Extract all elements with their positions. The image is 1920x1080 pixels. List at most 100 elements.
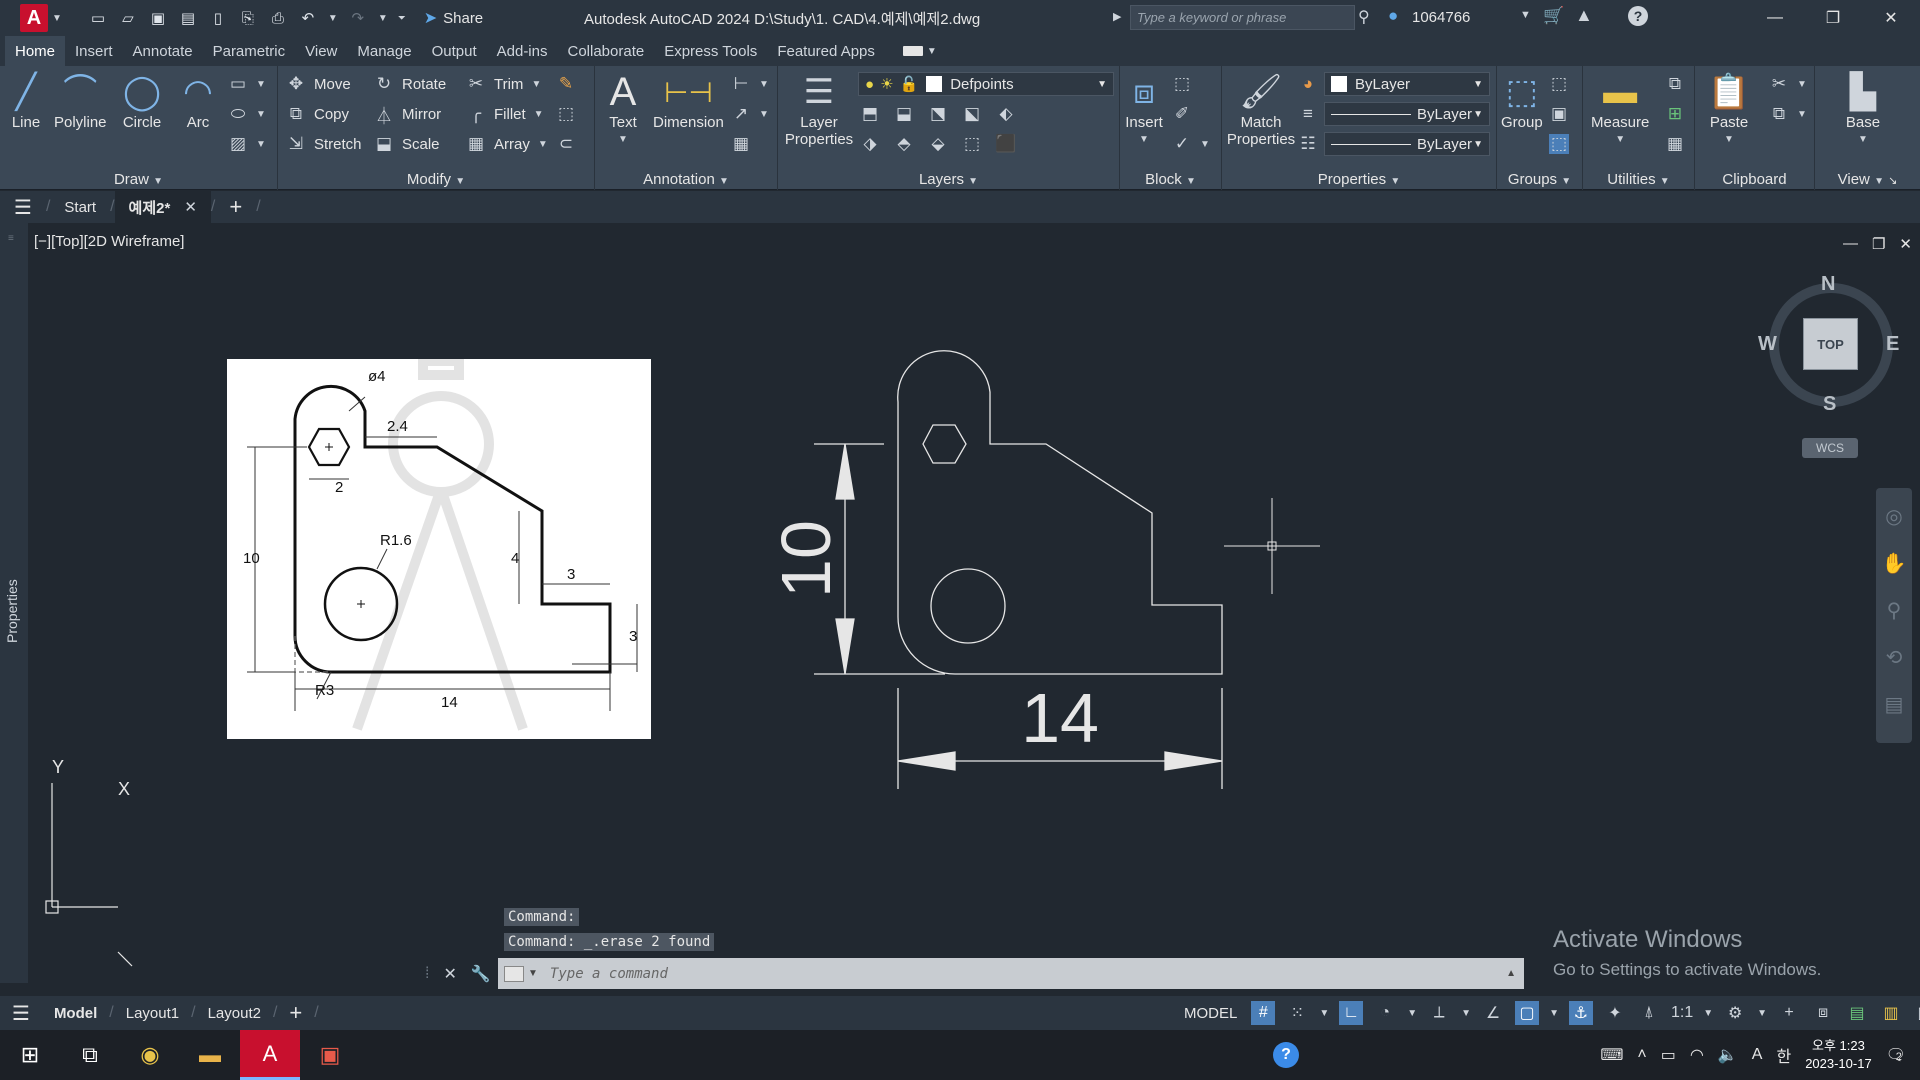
- base-button[interactable]: ▙ Base ▼: [1843, 70, 1883, 148]
- lineweight-dropdown[interactable]: ByLayer ▼: [1324, 102, 1490, 126]
- group-selection-button[interactable]: ⬚: [1549, 134, 1569, 154]
- annotation-scale-icon[interactable]: ⍋: [1637, 1001, 1661, 1025]
- tab-current-drawing[interactable]: 예제2* ✕: [114, 191, 211, 223]
- steering-wheel-icon[interactable]: ◎: [1885, 504, 1902, 529]
- units-icon[interactable]: ⧈: [1811, 1001, 1835, 1025]
- redo-icon[interactable]: ↷: [348, 8, 368, 28]
- file-tabs-menu-icon[interactable]: ☰: [0, 191, 46, 223]
- layer-dropdown[interactable]: ● ☀ 🔓 Defpoints ▼: [858, 72, 1114, 96]
- tab-model[interactable]: Model: [42, 1005, 109, 1022]
- open-folder-icon[interactable]: ▱: [118, 8, 138, 28]
- recent-commands-icon[interactable]: [504, 965, 524, 982]
- edit-attributes-button[interactable]: ✓ ▼: [1172, 134, 1210, 154]
- save-as-icon[interactable]: ▤: [178, 8, 198, 28]
- panel-draw-title[interactable]: Draw ▼: [0, 171, 277, 188]
- ime-han-indicator[interactable]: 한: [1776, 1043, 1791, 1067]
- panel-view-title[interactable]: View ▼ ↘: [1815, 171, 1920, 188]
- polar-tracking-icon[interactable]: ◔: [1373, 1001, 1397, 1025]
- tab-start[interactable]: Start: [50, 191, 110, 223]
- stretch-button[interactable]: ⇲ Stretch: [286, 134, 362, 154]
- panel-modify-title[interactable]: Modify ▼: [278, 171, 594, 188]
- linear-dim-button[interactable]: ⊢ ▼: [731, 74, 769, 94]
- ungroup-button[interactable]: ⬚: [1549, 74, 1569, 94]
- dimension-button[interactable]: ⊢⊣ Dimension: [653, 70, 724, 131]
- tab-layout1[interactable]: Layout1: [114, 1005, 191, 1022]
- line-button[interactable]: ╱ Line: [6, 70, 46, 132]
- tab-view[interactable]: View: [295, 36, 347, 66]
- trim-button[interactable]: ✂ Trim ▼: [466, 74, 541, 94]
- minimize-button[interactable]: —: [1752, 0, 1798, 36]
- quick-properties-icon[interactable]: ▤: [1845, 1001, 1869, 1025]
- snap-dropdown-icon[interactable]: ▼: [1319, 1008, 1329, 1019]
- tab-featured-apps[interactable]: Featured Apps: [767, 36, 885, 66]
- workspace-dropdown-icon[interactable]: ▼: [1757, 1008, 1767, 1019]
- redo-dropdown-icon[interactable]: ▼: [378, 13, 388, 24]
- hexagon-hole[interactable]: [922, 424, 967, 464]
- offset-button[interactable]: ⊂: [556, 134, 576, 154]
- app-menu-button[interactable]: A: [20, 4, 48, 32]
- group-edit-button[interactable]: ▣: [1549, 104, 1569, 124]
- ime-a-indicator[interactable]: A: [1752, 1046, 1763, 1064]
- search-icon[interactable]: ⚲: [1358, 7, 1370, 27]
- layer-previous-icon[interactable]: ⬘: [894, 134, 914, 154]
- table-button[interactable]: ▦: [731, 134, 751, 154]
- dimension-height-label[interactable]: 10: [767, 520, 845, 598]
- panel-utilities-title[interactable]: Utilities ▼: [1583, 171, 1694, 188]
- annotation-monitor-icon[interactable]: +: [1777, 1001, 1801, 1025]
- arc-button[interactable]: ◠ Arc: [178, 70, 218, 132]
- move-button[interactable]: ✥ Move: [286, 74, 351, 94]
- share-button[interactable]: ➤ Share: [424, 8, 483, 28]
- rectangle-button[interactable]: ▭ ▼: [228, 74, 266, 94]
- customize-qat-icon[interactable]: ⏷: [398, 13, 406, 24]
- leader-button[interactable]: ↗ ▼: [731, 104, 769, 124]
- app-menu-caret-icon[interactable]: ▼: [52, 13, 62, 24]
- print-icon[interactable]: ⎙: [268, 8, 288, 28]
- command-close-icon[interactable]: ✕: [443, 964, 456, 984]
- command-input[interactable]: Type a command: [550, 966, 668, 982]
- tab-annotate[interactable]: Annotate: [123, 36, 203, 66]
- grid-icon[interactable]: #: [1251, 1001, 1276, 1025]
- paste-button[interactable]: 📋 Paste ▼: [1708, 70, 1750, 148]
- undo-dropdown-icon[interactable]: ▼: [328, 13, 338, 24]
- new-tab-icon[interactable]: +: [215, 191, 256, 223]
- mirror-button[interactable]: ⏃ Mirror: [374, 104, 442, 126]
- auto-scale-icon[interactable]: ✦: [1603, 1001, 1627, 1025]
- compass-north[interactable]: N: [1821, 273, 1835, 296]
- close-window-button[interactable]: ✕: [1868, 0, 1914, 36]
- compass-west[interactable]: W: [1758, 333, 1777, 356]
- save-icon[interactable]: ▣: [148, 8, 168, 28]
- volume-icon[interactable]: 🔈: [1718, 1045, 1738, 1065]
- tab-output[interactable]: Output: [422, 36, 487, 66]
- object-snap-dropdown-icon[interactable]: ▼: [1549, 1008, 1559, 1019]
- save-web-icon[interactable]: ⎘: [238, 8, 258, 28]
- annotation-scale-value[interactable]: 1:1: [1671, 1004, 1693, 1022]
- isodraft-dropdown-icon[interactable]: ▼: [1461, 1008, 1471, 1019]
- measure-button[interactable]: ▬ Measure ▼: [1591, 70, 1649, 148]
- erase-button[interactable]: ✎: [556, 74, 576, 94]
- calculator-button[interactable]: ▦: [1665, 134, 1685, 154]
- polar-dropdown-icon[interactable]: ▼: [1407, 1008, 1417, 1019]
- tab-manage[interactable]: Manage: [347, 36, 421, 66]
- user-icon[interactable]: ●: [1388, 6, 1398, 26]
- chrome-app-icon[interactable]: ◉: [120, 1030, 180, 1080]
- object-snap-tracking-icon[interactable]: ∠: [1481, 1001, 1505, 1025]
- compass-south[interactable]: S: [1823, 393, 1836, 416]
- layer-off-icon[interactable]: ⬒: [860, 104, 880, 124]
- compass-east[interactable]: E: [1886, 333, 1899, 356]
- ribbon-toggle-dropdown-icon[interactable]: ▼: [927, 46, 937, 57]
- copy-button[interactable]: ⧉ Copy: [286, 104, 349, 124]
- ortho-icon[interactable]: ∟: [1339, 1001, 1364, 1025]
- recent-commands-dropdown-icon[interactable]: ▼: [528, 968, 538, 979]
- match-properties-button[interactable]: 🖌 Match Properties: [1224, 70, 1298, 149]
- panel-block-title[interactable]: Block ▼: [1120, 171, 1221, 188]
- edit-block-button[interactable]: ✐: [1172, 104, 1192, 124]
- annotation-visibility-icon[interactable]: ⚓: [1568, 1001, 1593, 1025]
- lock-ui-icon[interactable]: ▥: [1879, 1001, 1903, 1025]
- hatch-button[interactable]: ▨ ▼: [228, 134, 266, 154]
- autodesk-account-icon[interactable]: ▲: [1575, 5, 1593, 26]
- ellipse-button[interactable]: ⬭ ▼: [228, 104, 266, 124]
- workspace-gear-icon[interactable]: ⚙: [1723, 1001, 1747, 1025]
- windows-start-icon[interactable]: ⊞: [0, 1030, 60, 1080]
- tab-insert[interactable]: Insert: [65, 36, 123, 66]
- circle-hole[interactable]: [930, 568, 1006, 644]
